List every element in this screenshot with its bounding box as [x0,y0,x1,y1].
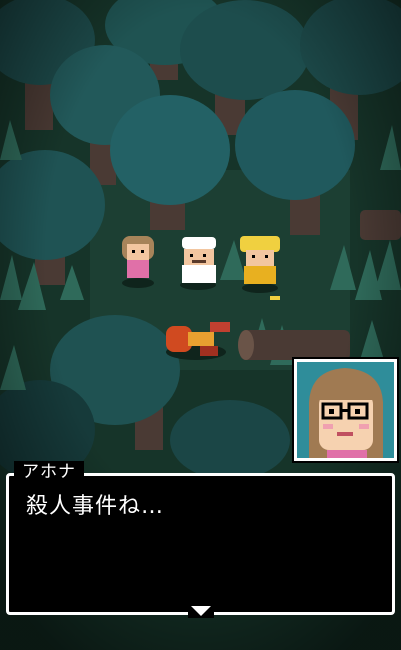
game-screen: アホナ 殺人事件ね… [0,0,401,650]
speaker-name: アホナ [14,461,84,483]
triangle-down-icon[interactable] [188,604,214,618]
dialog-text: 殺人事件ね… [26,494,165,519]
girl-portrait-icon [297,362,394,458]
speaker-portrait [292,357,399,463]
